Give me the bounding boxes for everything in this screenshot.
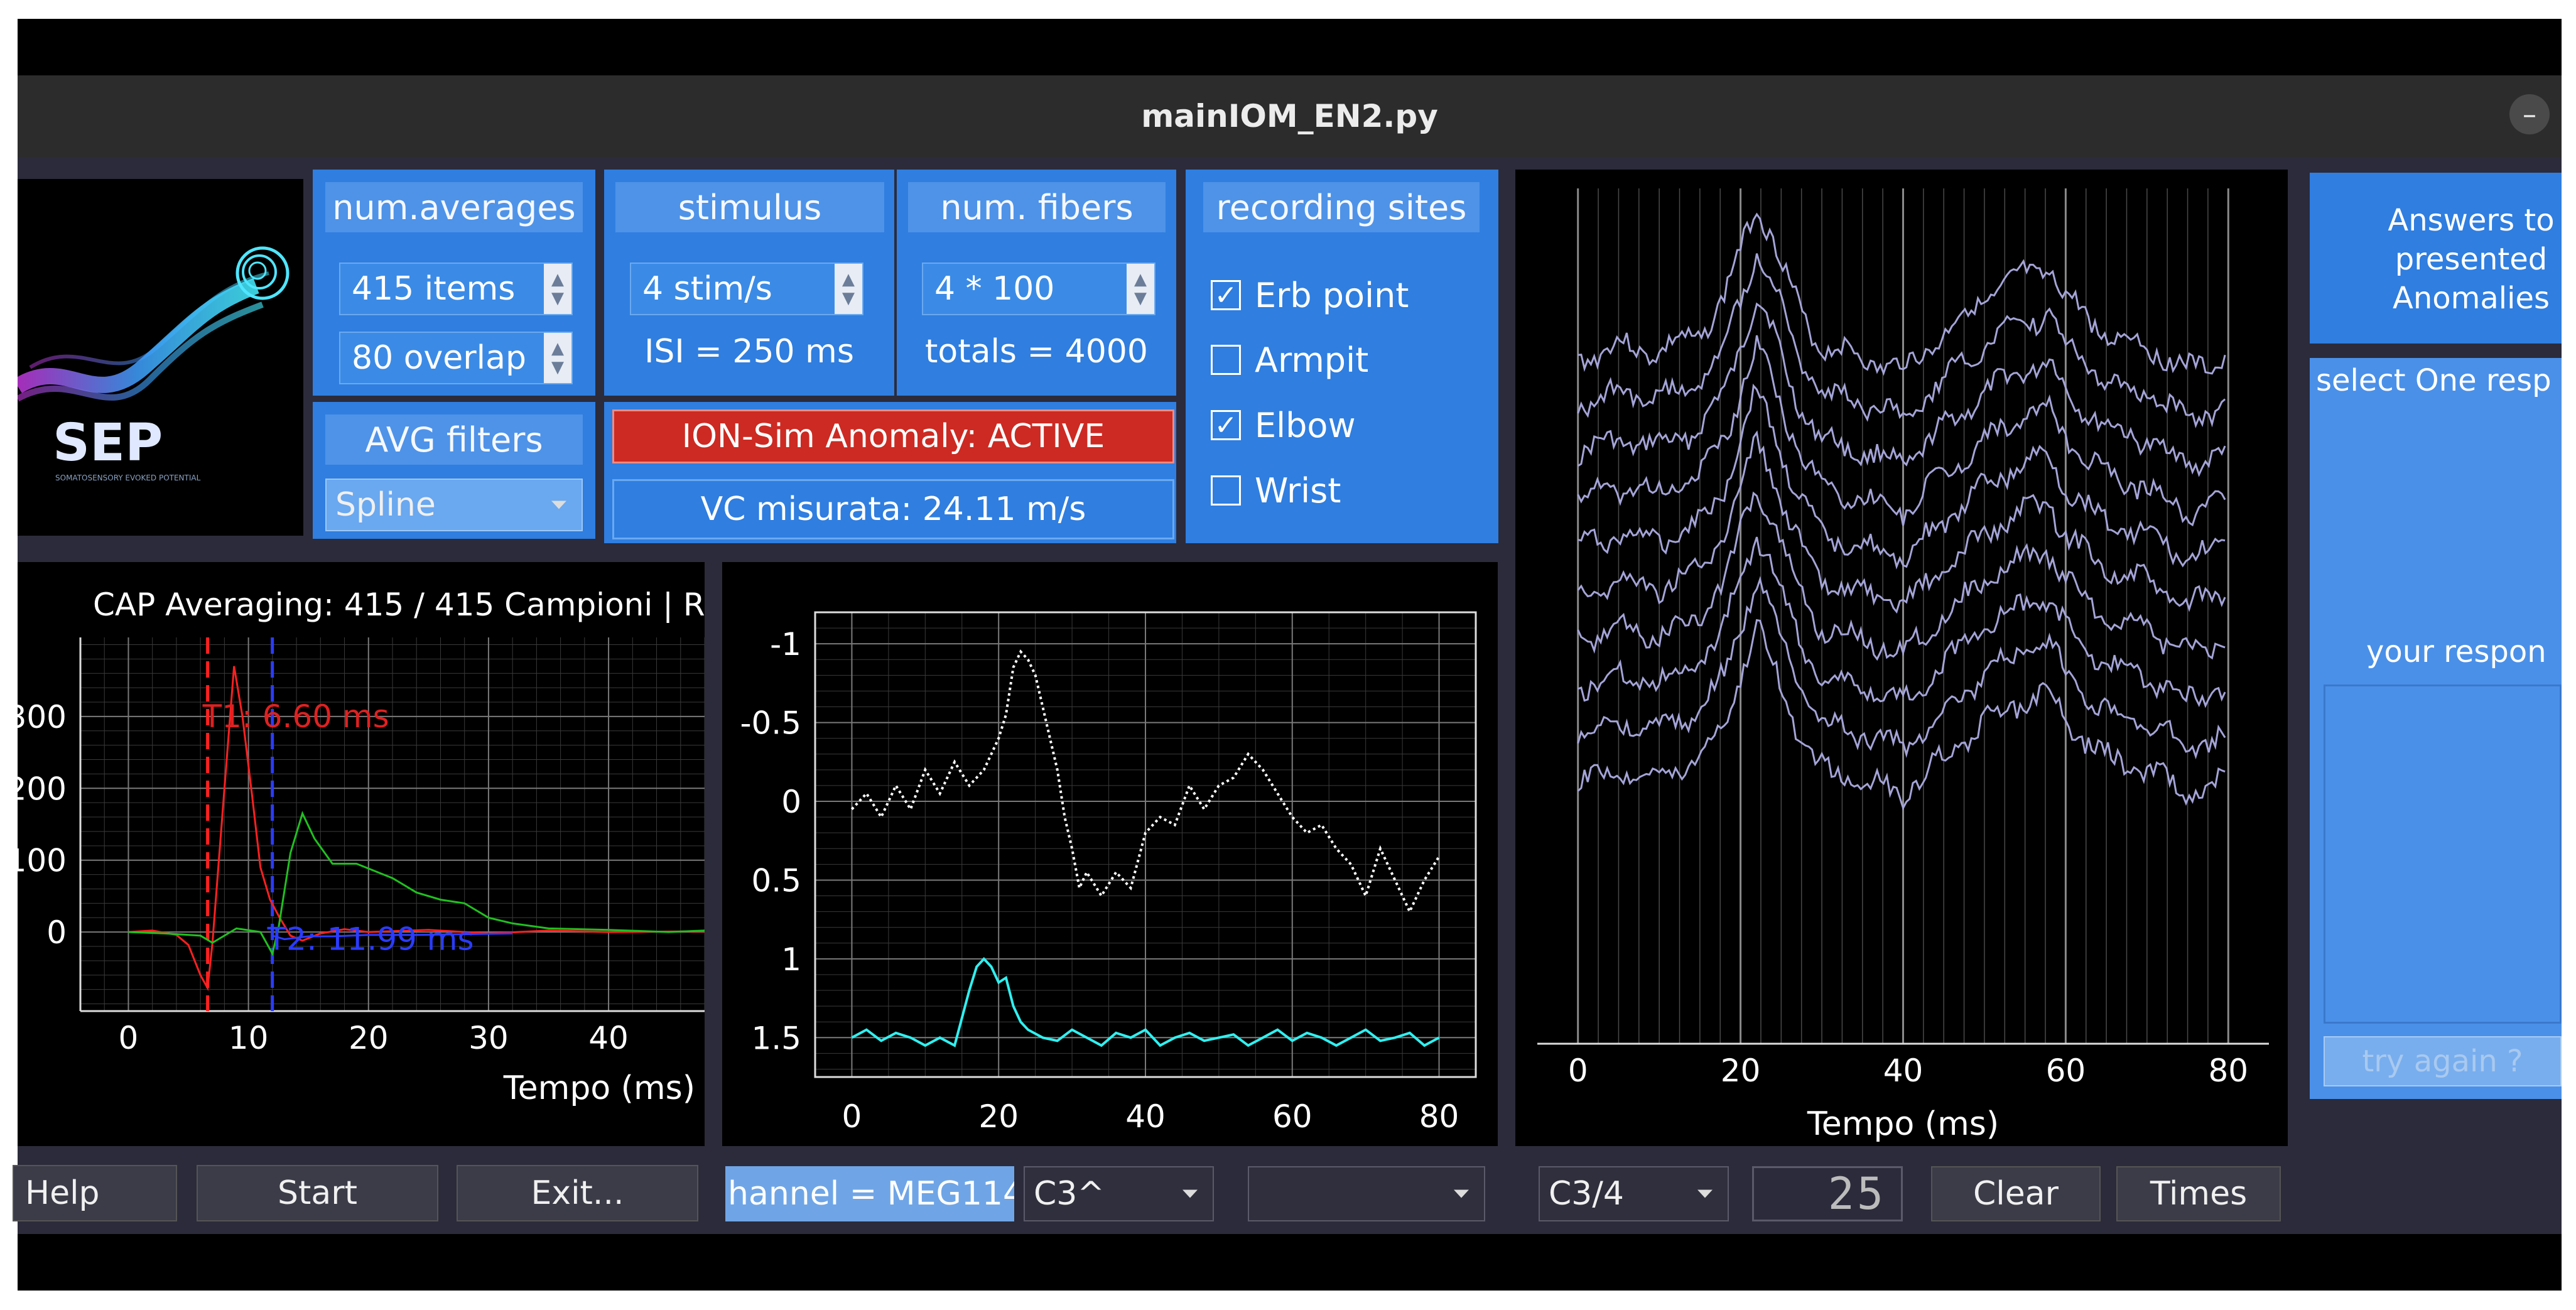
window-title: mainIOM_EN2.py bbox=[1141, 98, 1438, 134]
x-tick-label: 40 bbox=[1125, 1098, 1166, 1135]
annotation-t2: T2: 11.99 ms bbox=[267, 921, 474, 958]
y-tick-label: 0.5 bbox=[751, 862, 801, 899]
y-tick-label: 1 bbox=[781, 941, 801, 978]
site-checkbox-erb-point[interactable]: ✓ Erb point bbox=[1211, 270, 1409, 320]
start-button[interactable]: Start bbox=[197, 1165, 438, 1221]
clear-button[interactable]: Clear bbox=[1931, 1166, 2101, 1221]
stacked-traces-chart: 0 20 40 60 80 Tempo (ms) bbox=[1515, 170, 2288, 1146]
y-tick-label: 0 bbox=[46, 914, 67, 951]
x-tick-label: 60 bbox=[2046, 1053, 2086, 1089]
select-response-label: select One resp bbox=[2316, 363, 2552, 398]
channel-field[interactable]: hannel = MEG114 bbox=[725, 1166, 1014, 1221]
x-tick-label: 80 bbox=[2208, 1053, 2248, 1089]
spin-arrows-icon[interactable]: ▲ ▼ bbox=[1127, 264, 1154, 314]
recording-sites-header: recording sites bbox=[1203, 182, 1480, 232]
logo-subtitle: SOMATOSENSORY EVOKED POTENTIAL bbox=[55, 474, 201, 482]
y-tick-label: 300 bbox=[18, 699, 67, 735]
secondary-select[interactable] bbox=[1248, 1166, 1485, 1221]
x-axis-label: Tempo (ms) bbox=[1807, 1105, 1999, 1143]
stimulus-spinbox[interactable]: 4 stim/s ▲ ▼ bbox=[630, 263, 863, 315]
bottom-border bbox=[18, 1234, 2562, 1291]
x-tick-label: 60 bbox=[1272, 1098, 1312, 1135]
x-tick-label: 80 bbox=[1419, 1098, 1459, 1135]
window-titlebar: mainIOM_EN2.py bbox=[18, 75, 2562, 157]
derivation-select[interactable]: C3/4 bbox=[1539, 1166, 1729, 1221]
exit-button[interactable]: Exit... bbox=[457, 1165, 698, 1221]
chevron-down-icon bbox=[1697, 1189, 1713, 1198]
your-response-label: your respon bbox=[2366, 634, 2546, 669]
isi-readout: ISI = 250 ms bbox=[644, 333, 854, 371]
times-button[interactable]: Times bbox=[2116, 1166, 2281, 1221]
try-again-button[interactable]: try again ? bbox=[2324, 1036, 2562, 1086]
num-averages-header: num.averages bbox=[325, 182, 583, 232]
stimulus-header: stimulus bbox=[615, 182, 884, 232]
trace-line bbox=[1578, 212, 2226, 376]
annotation-t1: T1: 6.60 ms bbox=[202, 698, 389, 735]
x-tick-label: 20 bbox=[978, 1098, 1019, 1135]
y-tick-label: 0 bbox=[781, 784, 801, 820]
num-fibers-header: num. fibers bbox=[908, 182, 1166, 232]
top-border bbox=[18, 19, 2562, 75]
help-button[interactable]: Help bbox=[13, 1165, 177, 1221]
chart-title: CAP Averaging: 415 / 415 Campioni | R bbox=[93, 587, 705, 623]
fibers-spinbox[interactable]: 4 * 100 ▲ ▼ bbox=[922, 263, 1155, 315]
x-tick-label: 30 bbox=[468, 1020, 509, 1056]
x-tick-label: 40 bbox=[588, 1020, 629, 1056]
y-tick-label: 200 bbox=[18, 771, 67, 807]
cap-averaging-chart: 0 10 20 30 40 300 200 100 0 Tempo (ms) CAP Averagi… bbox=[18, 562, 705, 1146]
sep-logo: SEP SOMATOSENSORY EVOKED POTENTIAL bbox=[18, 179, 303, 536]
spin-arrows-icon[interactable]: ▲ ▼ bbox=[544, 264, 571, 314]
checkbox-unchecked-icon[interactable] bbox=[1211, 345, 1241, 375]
y-tick-label: -0.5 bbox=[740, 705, 801, 742]
x-axis-label: Tempo (ms) bbox=[503, 1069, 695, 1107]
x-tick-label: 40 bbox=[1883, 1053, 1924, 1089]
trace-line bbox=[1577, 335, 2226, 527]
site-checkbox-elbow[interactable]: ✓ Elbow bbox=[1211, 400, 1356, 450]
chevron-down-icon bbox=[1454, 1189, 1469, 1198]
spin-arrows-icon[interactable]: ▲ ▼ bbox=[544, 333, 571, 383]
waveform-chart: 0 20 40 60 80 -1 -0.5 0 0.5 1 1.5 bbox=[722, 562, 1498, 1146]
chevron-down-icon bbox=[1182, 1189, 1198, 1198]
minimize-button[interactable]: – bbox=[2509, 94, 2550, 134]
y-tick-label: 1.5 bbox=[751, 1020, 801, 1056]
x-tick-label: 10 bbox=[229, 1020, 269, 1056]
site-checkbox-armpit[interactable]: Armpit bbox=[1211, 335, 1368, 385]
checkbox-checked-icon[interactable]: ✓ bbox=[1211, 409, 1241, 441]
trace-line bbox=[1578, 383, 2226, 570]
y-tick-label: -1 bbox=[770, 626, 801, 663]
answers-text: Answers to presented Anomalies bbox=[2388, 203, 2555, 316]
fibers-totals-readout: totals = 4000 bbox=[925, 333, 1148, 371]
x-tick-label: 0 bbox=[842, 1098, 862, 1135]
x-tick-label: 20 bbox=[349, 1020, 389, 1056]
x-tick-label: 20 bbox=[1721, 1053, 1761, 1089]
site-checkbox-wrist[interactable]: Wrist bbox=[1211, 465, 1341, 516]
x-tick-label: 0 bbox=[119, 1020, 139, 1056]
vc-readout: VC misurata: 24.11 m/s bbox=[612, 479, 1174, 539]
avg-filters-header: AVG filters bbox=[325, 414, 583, 465]
averages-items-spinbox[interactable]: 415 items ▲ ▼ bbox=[339, 263, 573, 315]
x-tick-label: 0 bbox=[1568, 1053, 1588, 1089]
avg-filter-select[interactable]: Spline bbox=[325, 479, 583, 531]
averages-overlap-spinbox[interactable]: 80 overlap ▲ ▼ bbox=[339, 332, 573, 384]
checkbox-checked-icon[interactable]: ✓ bbox=[1211, 279, 1241, 311]
spin-arrows-icon[interactable]: ▲ ▼ bbox=[835, 264, 862, 314]
checkbox-unchecked-icon[interactable] bbox=[1211, 475, 1241, 506]
logo-swirl-image: SEP SOMATOSENSORY EVOKED POTENTIAL bbox=[18, 246, 290, 482]
response-textarea[interactable] bbox=[2324, 685, 2562, 1024]
chevron-down-icon bbox=[551, 501, 566, 509]
logo-text: SEP bbox=[53, 413, 163, 473]
anomaly-status-button[interactable]: ION-Sim Anomaly: ACTIVE bbox=[612, 409, 1174, 463]
lcd-counter: 25 bbox=[1752, 1166, 1903, 1221]
y-tick-label: 100 bbox=[18, 843, 67, 879]
channel-select[interactable]: C3^ bbox=[1024, 1166, 1214, 1221]
